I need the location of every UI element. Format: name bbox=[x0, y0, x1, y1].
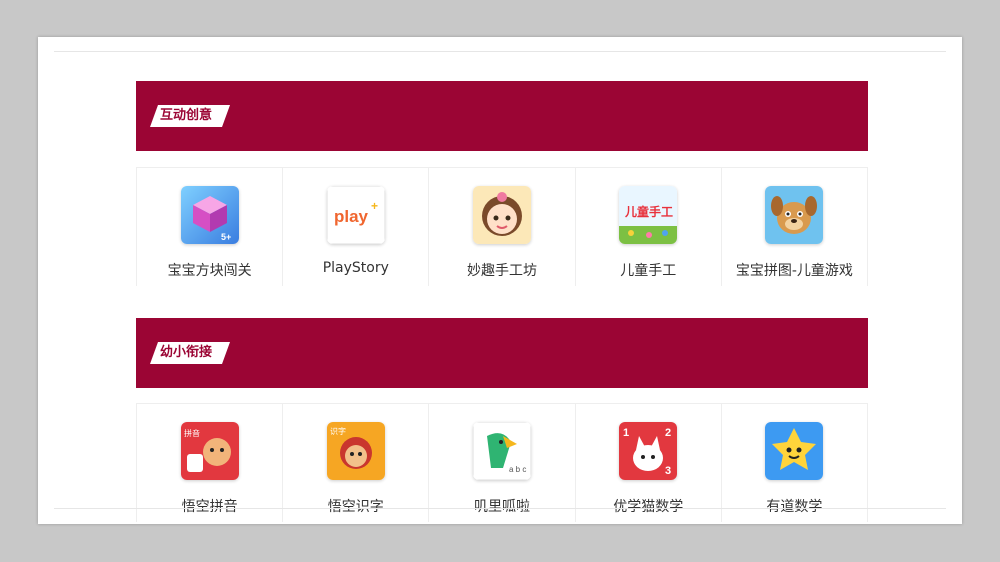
content-panel: 互动创意 5+ 宝宝方块闯关 play + PlayStory 妙趣手工坊 儿童… bbox=[38, 37, 962, 524]
svg-text:1: 1 bbox=[623, 427, 629, 439]
app-tile-craft-workshop[interactable]: 妙趣手工坊 bbox=[429, 168, 576, 286]
app-name: 悟空识字 bbox=[327, 499, 384, 515]
app-tile-youdao-math[interactable]: 有道数学 bbox=[722, 404, 869, 522]
section-header-preschool: 幼小衔接 bbox=[136, 318, 868, 388]
app-name: 宝宝拼图-儿童游戏 bbox=[735, 263, 853, 279]
cube-app-icon: 5+ bbox=[180, 186, 239, 244]
svg-text:拼音: 拼音 bbox=[184, 428, 200, 438]
section-title: 互动创意 bbox=[150, 105, 230, 127]
svg-text:2: 2 bbox=[665, 427, 671, 439]
app-name: 叽里呱啦 bbox=[474, 499, 530, 515]
svg-text:+: + bbox=[371, 199, 378, 213]
app-name: 有道数学 bbox=[766, 499, 823, 515]
app-name: PlayStory bbox=[322, 260, 389, 276]
kids-craft-app-icon: 儿童手工 bbox=[619, 186, 678, 244]
app-tile-parrot[interactable]: a b c 叽里呱啦 bbox=[429, 404, 576, 522]
app-tile-cube[interactable]: 5+ 宝宝方块闯关 bbox=[136, 168, 284, 286]
svg-text:5+: 5+ bbox=[221, 232, 231, 242]
wukong-pinyin-app-icon: 拼音 bbox=[180, 422, 239, 480]
app-name: 儿童手工 bbox=[620, 263, 677, 279]
playstory-app-icon: play + bbox=[326, 186, 385, 244]
app-tile-wukong-pinyin[interactable]: 拼音 悟空拼音 bbox=[136, 404, 284, 522]
app-tile-playstory[interactable]: play + PlayStory bbox=[283, 168, 430, 286]
app-row-preschool: 拼音 悟空拼音 识字 悟空识字 a b c 叽里呱啦 1 2 3 优学猫数学 有… bbox=[136, 403, 869, 522]
app-tile-puzzle[interactable]: 宝宝拼图-儿童游戏 bbox=[722, 168, 869, 286]
puzzle-dog-app-icon bbox=[765, 186, 824, 244]
cat-math-app-icon: 1 2 3 bbox=[619, 422, 678, 480]
svg-text:儿童手工: 儿童手工 bbox=[624, 204, 673, 219]
top-divider bbox=[54, 51, 946, 52]
app-name: 宝宝方块闯关 bbox=[167, 263, 252, 279]
svg-text:play: play bbox=[334, 207, 369, 226]
girl-app-icon bbox=[473, 186, 531, 244]
app-name: 妙趣手工坊 bbox=[467, 263, 537, 279]
svg-text:3: 3 bbox=[665, 465, 671, 477]
svg-text:识字: 识字 bbox=[330, 426, 346, 436]
svg-text:a b c: a b c bbox=[509, 465, 526, 474]
app-name: 悟空拼音 bbox=[181, 499, 238, 515]
section-header-interactive: 互动创意 bbox=[136, 81, 868, 151]
app-tile-kids-craft[interactable]: 儿童手工 儿童手工 bbox=[576, 168, 722, 286]
parrot-app-icon: a b c bbox=[473, 422, 531, 480]
app-tile-wukong-characters[interactable]: 识字 悟空识字 bbox=[283, 404, 430, 522]
app-row-interactive: 5+ 宝宝方块闯关 play + PlayStory 妙趣手工坊 儿童手工 儿童… bbox=[136, 167, 869, 286]
bottom-divider bbox=[54, 508, 946, 509]
wukong-characters-app-icon: 识字 bbox=[326, 422, 385, 480]
app-tile-cat-math[interactable]: 1 2 3 优学猫数学 bbox=[576, 404, 722, 522]
youdao-math-app-icon bbox=[765, 422, 824, 480]
section-title: 幼小衔接 bbox=[150, 342, 230, 364]
app-name: 优学猫数学 bbox=[613, 499, 684, 515]
